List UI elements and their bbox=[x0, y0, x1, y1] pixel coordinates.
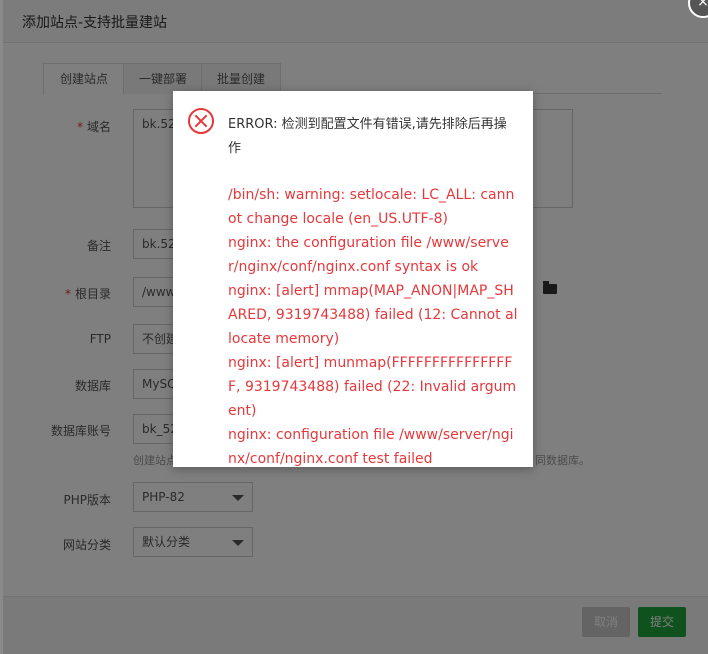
error-line: /bin/sh: warning: setlocale: LC_ALL: can… bbox=[228, 187, 515, 227]
error-line: nginx: [alert] munmap(FFFFFFFFFFFFFFFF, … bbox=[228, 355, 517, 419]
error-title: ERROR: 检测到配置文件有错误,请先排除后再操作 bbox=[228, 117, 507, 156]
error-line: nginx: the configuration file /www/serve… bbox=[228, 235, 509, 275]
error-line: nginx: [alert] mmap(MAP_ANON|MAP_SHARED,… bbox=[228, 283, 518, 347]
error-message: /bin/sh: warning: setlocale: LC_ALL: can… bbox=[228, 183, 518, 471]
error-icon bbox=[188, 108, 214, 134]
error-popup: ERROR: 检测到配置文件有错误,请先排除后再操作 /bin/sh: warn… bbox=[173, 91, 533, 467]
error-line: nginx: configuration file /www/server/ng… bbox=[228, 427, 514, 467]
